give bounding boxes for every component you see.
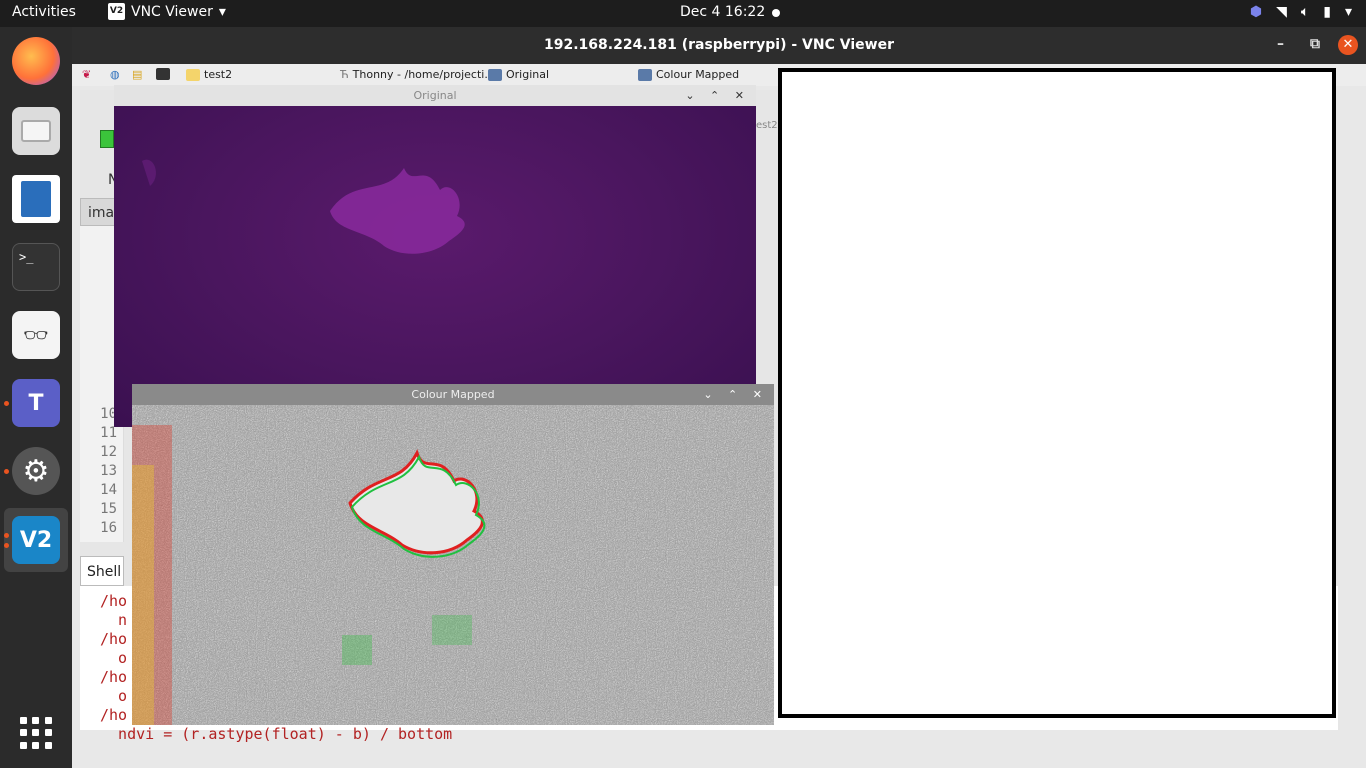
partial-tab-label: est2 <box>756 120 778 131</box>
minimize-icon[interactable]: – <box>1277 36 1284 52</box>
settings-icon[interactable]: ⚙ <box>12 447 60 495</box>
shell-line: ndvi = (r.astype(float) - b) / bottom <box>100 725 453 743</box>
folder-icon <box>186 68 200 81</box>
taskbar-item-test2[interactable]: test2 <box>186 68 232 81</box>
original-window[interactable]: Original ⌄ ⌃ ✕ <box>114 85 756 427</box>
vnc-window-title: 192.168.224.181 (raspberrypi) - VNC View… <box>544 37 894 53</box>
vnc-viewer-window: 192.168.224.181 (raspberrypi) - VNC View… <box>72 27 1366 768</box>
window-icon <box>638 68 652 81</box>
teams-icon[interactable]: T <box>12 379 60 427</box>
line-number: 14 <box>100 482 117 498</box>
running-indicator <box>4 533 9 538</box>
battery-icon[interactable]: ▮ <box>1323 4 1331 20</box>
taskbar-item-colour-mapped[interactable]: Colour Mapped <box>638 68 739 81</box>
shell-line: o <box>100 687 128 705</box>
app-menu[interactable]: V2 VNC Viewer ▾ <box>108 3 226 20</box>
libreoffice-impress-icon[interactable] <box>12 175 60 223</box>
original-title-bar[interactable]: Original ⌄ ⌃ ✕ <box>114 85 756 106</box>
window-controls[interactable]: ⌄ ⌃ ✕ <box>703 384 768 405</box>
vnc-title-bar[interactable]: 192.168.224.181 (raspberrypi) - VNC View… <box>72 27 1366 64</box>
clock[interactable]: Dec 4 16:22 <box>680 4 765 20</box>
colour-mapped-window-title: Colour Mapped <box>411 388 495 401</box>
shell-line: n <box>100 611 128 629</box>
taskbar-item-thonny[interactable]: Ћ Thonny - /home/projecti... <box>340 68 495 81</box>
line-number: 13 <box>100 463 117 479</box>
taskbar-item-label: Colour Mapped <box>656 68 740 81</box>
terminal-icon[interactable]: >_ <box>12 243 60 291</box>
app-menu-label: VNC Viewer <box>131 3 213 20</box>
line-number: 11 <box>100 425 117 441</box>
files-icon[interactable] <box>12 107 60 155</box>
shell-line: /ho <box>100 630 128 648</box>
original-image <box>114 106 756 427</box>
top-bar: Activities V2 VNC Viewer ▾ Dec 4 16:22 ⬢… <box>0 0 1366 27</box>
blank-window[interactable] <box>778 68 1336 718</box>
file-manager-icon[interactable]: ▤ <box>132 68 142 81</box>
run-button[interactable] <box>100 130 114 148</box>
web-browser-icon[interactable]: ◍ <box>110 68 120 81</box>
remote-desktop[interactable]: ❦ ◍ ▤ test2 Ћ Thonny - /home/projecti...… <box>72 64 1366 768</box>
line-number: 12 <box>100 444 117 460</box>
notification-dot-icon <box>772 9 780 17</box>
colour-mapped-image <box>132 405 774 725</box>
teams-tray-icon[interactable]: ⬢ <box>1250 4 1262 20</box>
taskbar-item-original[interactable]: Original <box>488 68 549 81</box>
ndvi-noise-image <box>132 405 774 725</box>
window-icon <box>488 68 502 81</box>
running-indicator <box>4 469 9 474</box>
vnc-app-icon: V2 <box>108 3 125 20</box>
volume-icon[interactable]: 🔈︎ <box>1301 4 1309 20</box>
close-icon[interactable]: ✕ <box>1338 35 1358 55</box>
system-tray[interactable]: ⬢ ◥ 🔈︎ ▮ ▾ <box>1250 4 1352 20</box>
window-controls[interactable]: ⌄ ⌃ ✕ <box>685 85 750 106</box>
chevron-down-icon[interactable]: ▾ <box>1345 4 1352 20</box>
show-applications-icon[interactable] <box>20 717 52 749</box>
terminal-icon[interactable] <box>156 68 170 80</box>
dock: >_ 👓︎ T ⚙ V2 <box>0 27 72 768</box>
maximize-icon[interactable]: ⧉ <box>1310 36 1320 52</box>
vnc-viewer-icon[interactable]: V2 <box>12 516 60 564</box>
taskbar-item-label: test2 <box>204 68 233 81</box>
thonny-icon: Ћ <box>340 68 349 81</box>
running-indicator <box>4 543 9 548</box>
shell-line: /ho <box>100 592 128 610</box>
shell-line: /ho <box>100 668 128 686</box>
chevron-down-icon: ▾ <box>218 3 226 20</box>
colour-mapped-title-bar[interactable]: Colour Mapped ⌄ ⌃ ✕ <box>132 384 774 405</box>
taskbar-item-label: Thonny - /home/projecti... <box>352 68 495 81</box>
raspberry-menu-icon[interactable]: ❦ <box>82 68 91 81</box>
leaf-image <box>142 159 465 254</box>
shell-line: o <box>100 649 128 667</box>
original-window-title: Original <box>413 89 457 102</box>
running-indicator <box>4 401 9 406</box>
wifi-icon[interactable]: ◥ <box>1276 4 1287 20</box>
line-number: 16 <box>100 520 117 536</box>
line-number: 15 <box>100 501 117 517</box>
colour-mapped-window[interactable]: Colour Mapped ⌄ ⌃ ✕ <box>132 384 774 725</box>
document-viewer-icon[interactable]: 👓︎ <box>12 311 60 359</box>
shell-line: /ho <box>100 706 128 724</box>
activities-button[interactable]: Activities <box>12 4 76 20</box>
taskbar-item-label: Original <box>506 68 550 81</box>
shell-tab[interactable]: Shell <box>80 556 124 586</box>
firefox-icon[interactable] <box>12 37 60 85</box>
